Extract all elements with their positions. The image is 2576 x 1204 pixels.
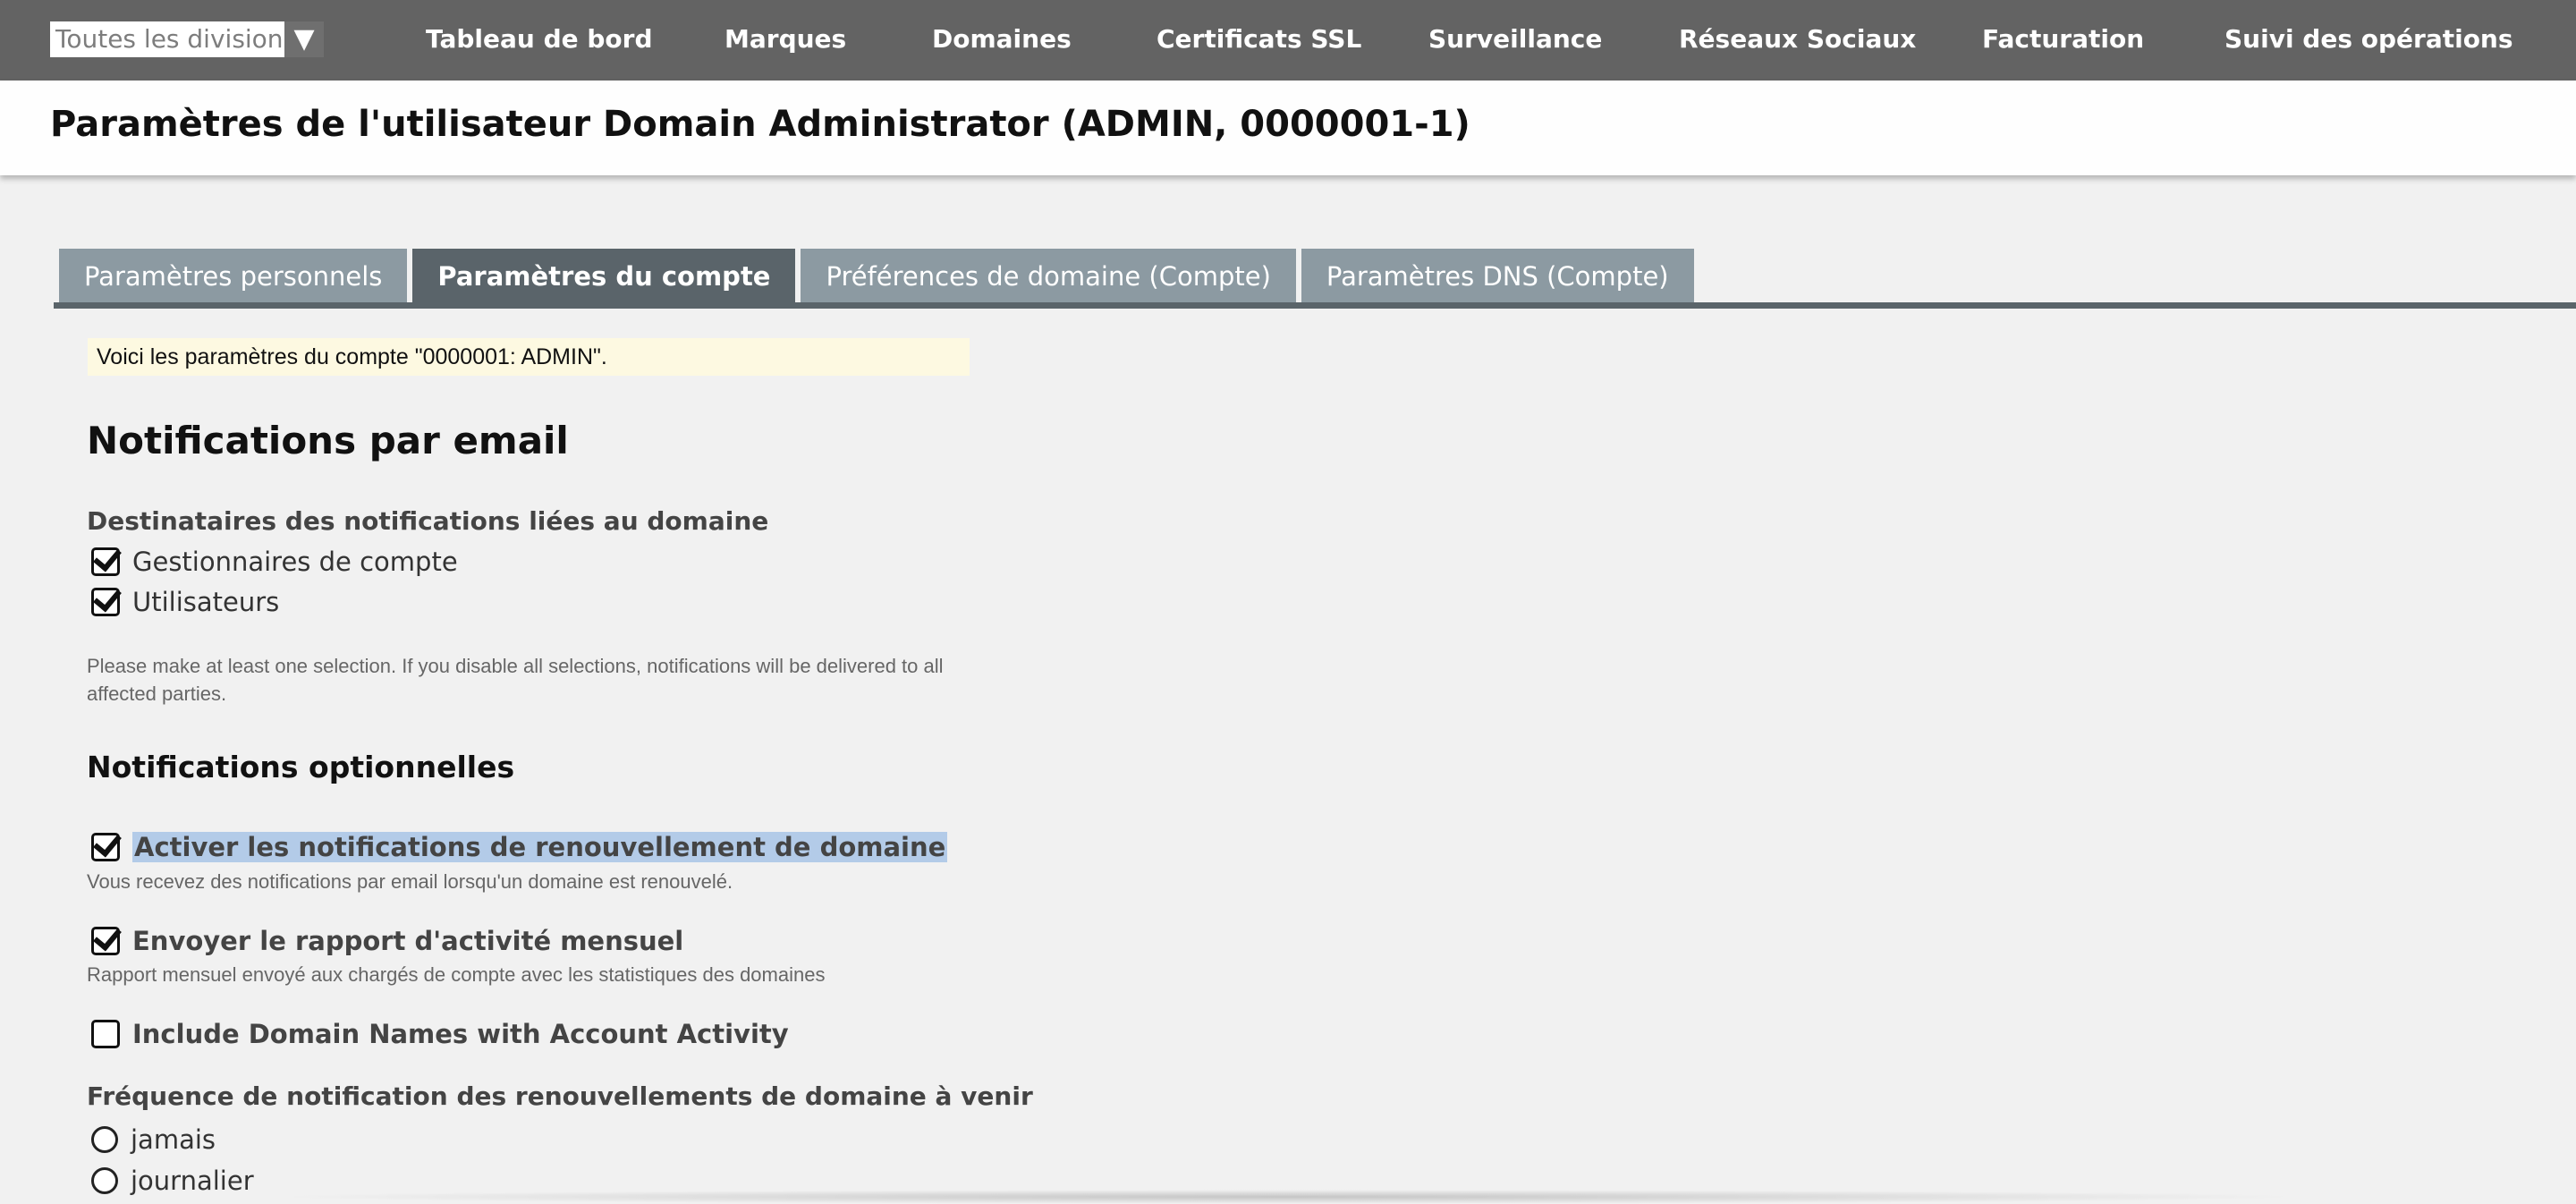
tab-divider bbox=[54, 302, 2576, 309]
checkbox-label: Envoyer le rapport d'activité mensuel bbox=[132, 926, 684, 956]
optional-notifications-heading: Notifications optionnelles bbox=[87, 750, 515, 784]
division-select[interactable]: Toutes les divisions ▼ bbox=[50, 21, 324, 57]
chevron-down-icon[interactable]: ▼ bbox=[284, 21, 324, 57]
tab-dns-settings[interactable]: Paramètres DNS (Compte) bbox=[1301, 249, 1694, 304]
radio-label: journalier bbox=[131, 1166, 254, 1196]
nav-item-dashboard[interactable]: Tableau de bord bbox=[426, 21, 653, 57]
option-description: Vous recevez des notifications par email… bbox=[87, 870, 733, 893]
nav-item-domains[interactable]: Domaines bbox=[932, 21, 1072, 57]
settings-tabs: Paramètres personnels Paramètres du comp… bbox=[59, 249, 1699, 304]
recipients-note: Please make at least one selection. If y… bbox=[87, 655, 944, 705]
nav-item-operations-tracking[interactable]: Suivi des opérations bbox=[2224, 21, 2513, 57]
checkbox-label: Utilisateurs bbox=[132, 587, 280, 617]
info-message: Voici les paramètres du compte "0000001:… bbox=[88, 338, 970, 376]
option-description: Rapport mensuel envoyé aux chargés de co… bbox=[87, 963, 826, 986]
checkbox-include-domain-names[interactable] bbox=[91, 1020, 120, 1048]
recipient-users[interactable]: Utilisateurs bbox=[91, 586, 279, 618]
radio-daily[interactable] bbox=[91, 1167, 118, 1194]
radio-label: jamais bbox=[131, 1124, 216, 1155]
radio-never[interactable] bbox=[91, 1126, 118, 1153]
frequency-option-never[interactable]: jamais bbox=[91, 1123, 216, 1156]
checkbox-label: Gestionnaires de compte bbox=[132, 547, 458, 577]
nav-item-social-networks[interactable]: Réseaux Sociaux bbox=[1679, 21, 1916, 57]
frequency-option-daily[interactable]: journalier bbox=[91, 1165, 254, 1197]
checkbox-monthly-report[interactable] bbox=[91, 927, 120, 955]
checkbox-label: Activer les notifications de renouvellem… bbox=[132, 832, 948, 862]
page-title: Paramètres de l'utilisateur Domain Admin… bbox=[50, 104, 1470, 145]
nav-item-monitoring[interactable]: Surveillance bbox=[1428, 21, 1602, 57]
nav-item-ssl-certificates[interactable]: Certificats SSL bbox=[1157, 21, 1361, 57]
footer-shadow bbox=[268, 1190, 2308, 1204]
page-header: Paramètres de l'utilisateur Domain Admin… bbox=[0, 81, 2576, 175]
tab-personal-settings[interactable]: Paramètres personnels bbox=[59, 249, 408, 304]
nav-item-brands[interactable]: Marques bbox=[724, 21, 846, 57]
email-notifications-heading: Notifications par email bbox=[87, 419, 569, 462]
tab-domain-preferences[interactable]: Préférences de domaine (Compte) bbox=[801, 249, 1296, 304]
option-renewal-notifications[interactable]: Activer les notifications de renouvellem… bbox=[91, 831, 948, 863]
option-include-domain-names[interactable]: Include Domain Names with Account Activi… bbox=[91, 1018, 789, 1050]
checkbox-renewal-notifications[interactable] bbox=[91, 833, 120, 861]
recipient-account-managers[interactable]: Gestionnaires de compte bbox=[91, 546, 458, 578]
tab-account-settings[interactable]: Paramètres du compte bbox=[412, 249, 796, 304]
checkbox-label: Include Domain Names with Account Activi… bbox=[132, 1019, 789, 1049]
checkbox-account-managers[interactable] bbox=[91, 547, 120, 576]
top-navigation: Toutes les divisions ▼ Tableau de bord M… bbox=[0, 0, 2576, 81]
checkbox-users[interactable] bbox=[91, 588, 120, 616]
recipients-label: Destinataires des notifications liées au… bbox=[87, 506, 769, 536]
nav-item-billing[interactable]: Facturation bbox=[1982, 21, 2144, 57]
option-monthly-report[interactable]: Envoyer le rapport d'activité mensuel bbox=[91, 925, 683, 957]
division-select-value[interactable]: Toutes les divisions bbox=[50, 21, 284, 57]
frequency-label: Fréquence de notification des renouvelle… bbox=[87, 1081, 1033, 1111]
